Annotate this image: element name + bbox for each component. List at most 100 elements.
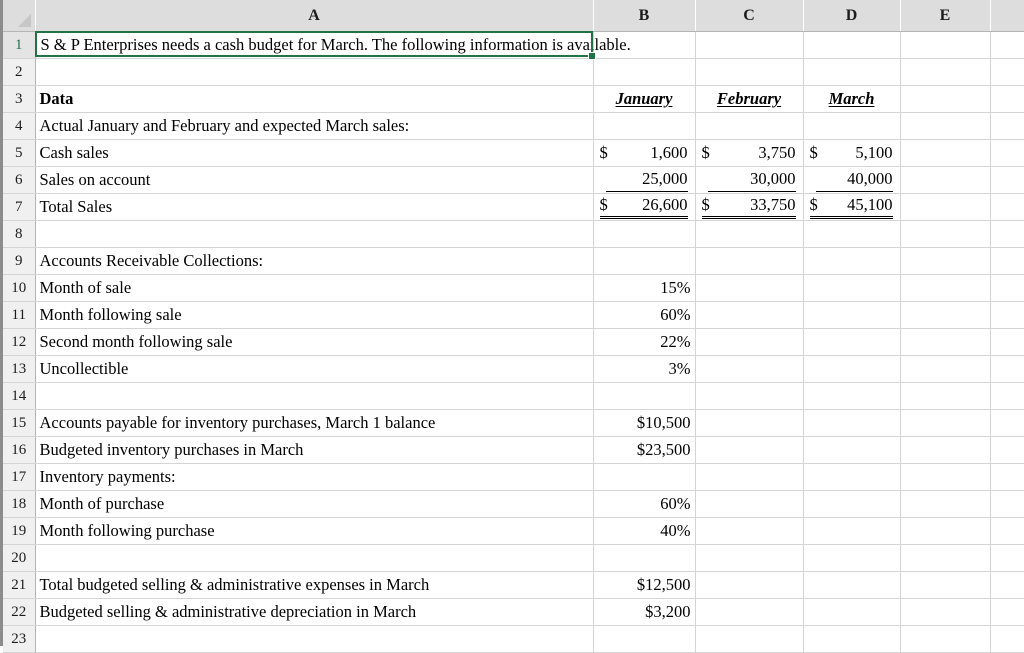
cell-f18[interactable] bbox=[990, 491, 1024, 518]
cell-e2[interactable] bbox=[900, 59, 990, 86]
cell-e6[interactable] bbox=[900, 167, 990, 194]
cell-a3[interactable]: Data bbox=[35, 86, 593, 113]
row-header-3[interactable]: 3 bbox=[3, 86, 35, 113]
cell-a4[interactable]: Actual January and February and expected… bbox=[35, 113, 593, 140]
cell-e13[interactable] bbox=[900, 356, 990, 383]
cell-b10[interactable]: 15% bbox=[593, 275, 695, 302]
cell-b18[interactable]: 60% bbox=[593, 491, 695, 518]
cell-c2[interactable] bbox=[695, 59, 803, 86]
cell-b23[interactable] bbox=[593, 626, 695, 653]
cell-d6[interactable]: 40,000 bbox=[803, 167, 900, 194]
column-header-c[interactable]: C bbox=[695, 0, 803, 32]
cell-e17[interactable] bbox=[900, 464, 990, 491]
cell-a20[interactable] bbox=[35, 545, 593, 572]
cell-d18[interactable] bbox=[803, 491, 900, 518]
cell-d14[interactable] bbox=[803, 383, 900, 410]
row-header-17[interactable]: 17 bbox=[3, 464, 35, 491]
cell-c8[interactable] bbox=[695, 221, 803, 248]
cell-a6[interactable]: Sales on account bbox=[35, 167, 593, 194]
cell-d1[interactable] bbox=[803, 32, 900, 59]
cell-f12[interactable] bbox=[990, 329, 1024, 356]
cell-c17[interactable] bbox=[695, 464, 803, 491]
row-header-15[interactable]: 15 bbox=[3, 410, 35, 437]
cell-f22[interactable] bbox=[990, 599, 1024, 626]
spreadsheet-grid[interactable]: A B C D E 1 S & P Enterprises needs a ca… bbox=[0, 0, 1024, 646]
cell-a2[interactable] bbox=[35, 59, 593, 86]
cell-e5[interactable] bbox=[900, 140, 990, 167]
cell-f20[interactable] bbox=[990, 545, 1024, 572]
cell-a19[interactable]: Month following purchase bbox=[35, 518, 593, 545]
cell-c11[interactable] bbox=[695, 302, 803, 329]
cell-e4[interactable] bbox=[900, 113, 990, 140]
cell-d9[interactable] bbox=[803, 248, 900, 275]
cell-d2[interactable] bbox=[803, 59, 900, 86]
cell-d11[interactable] bbox=[803, 302, 900, 329]
cell-d15[interactable] bbox=[803, 410, 900, 437]
cell-f21[interactable] bbox=[990, 572, 1024, 599]
cell-d22[interactable] bbox=[803, 599, 900, 626]
cell-b5[interactable]: $ 1,600 bbox=[593, 140, 695, 167]
column-header-a[interactable]: A bbox=[35, 0, 593, 32]
cell-f2[interactable] bbox=[990, 59, 1024, 86]
cell-a13[interactable]: Uncollectible bbox=[35, 356, 593, 383]
row-header-23[interactable]: 23 bbox=[3, 626, 35, 653]
cell-e18[interactable] bbox=[900, 491, 990, 518]
row-header-19[interactable]: 19 bbox=[3, 518, 35, 545]
row-header-6[interactable]: 6 bbox=[3, 167, 35, 194]
cell-e22[interactable] bbox=[900, 599, 990, 626]
cell-b20[interactable] bbox=[593, 545, 695, 572]
cell-c19[interactable] bbox=[695, 518, 803, 545]
row-header-9[interactable]: 9 bbox=[3, 248, 35, 275]
cell-c5[interactable]: $ 3,750 bbox=[695, 140, 803, 167]
cell-d4[interactable] bbox=[803, 113, 900, 140]
cell-e1[interactable] bbox=[900, 32, 990, 59]
cell-f11[interactable] bbox=[990, 302, 1024, 329]
cell-c22[interactable] bbox=[695, 599, 803, 626]
row-header-4[interactable]: 4 bbox=[3, 113, 35, 140]
column-header-e[interactable]: E bbox=[900, 0, 990, 32]
cell-b11[interactable]: 60% bbox=[593, 302, 695, 329]
row-header-2[interactable]: 2 bbox=[3, 59, 35, 86]
cell-d12[interactable] bbox=[803, 329, 900, 356]
cell-a12[interactable]: Second month following sale bbox=[35, 329, 593, 356]
cell-f15[interactable] bbox=[990, 410, 1024, 437]
cell-c12[interactable] bbox=[695, 329, 803, 356]
cell-f10[interactable] bbox=[990, 275, 1024, 302]
cell-c10[interactable] bbox=[695, 275, 803, 302]
cell-a7[interactable]: Total Sales bbox=[35, 194, 593, 221]
cell-e3[interactable] bbox=[900, 86, 990, 113]
cell-b12[interactable]: 22% bbox=[593, 329, 695, 356]
row-header-8[interactable]: 8 bbox=[3, 221, 35, 248]
row-header-21[interactable]: 21 bbox=[3, 572, 35, 599]
cell-f1[interactable] bbox=[990, 32, 1024, 59]
cell-e11[interactable] bbox=[900, 302, 990, 329]
cell-b21[interactable]: $12,500 bbox=[593, 572, 695, 599]
cell-b8[interactable] bbox=[593, 221, 695, 248]
cell-d21[interactable] bbox=[803, 572, 900, 599]
cell-d10[interactable] bbox=[803, 275, 900, 302]
cell-c21[interactable] bbox=[695, 572, 803, 599]
cell-f9[interactable] bbox=[990, 248, 1024, 275]
cell-b2[interactable] bbox=[593, 59, 695, 86]
cell-e21[interactable] bbox=[900, 572, 990, 599]
cell-d16[interactable] bbox=[803, 437, 900, 464]
cell-a23[interactable] bbox=[35, 626, 593, 653]
cell-f8[interactable] bbox=[990, 221, 1024, 248]
cell-b6[interactable]: 25,000 bbox=[593, 167, 695, 194]
cell-c13[interactable] bbox=[695, 356, 803, 383]
cell-d7[interactable]: $ 45,100 bbox=[803, 194, 900, 221]
cell-f7[interactable] bbox=[990, 194, 1024, 221]
cell-b14[interactable] bbox=[593, 383, 695, 410]
cell-c20[interactable] bbox=[695, 545, 803, 572]
row-header-5[interactable]: 5 bbox=[3, 140, 35, 167]
row-header-22[interactable]: 22 bbox=[3, 599, 35, 626]
cell-a22[interactable]: Budgeted selling & administrative deprec… bbox=[35, 599, 593, 626]
select-all-button[interactable] bbox=[3, 0, 35, 32]
cell-e19[interactable] bbox=[900, 518, 990, 545]
cell-a18[interactable]: Month of purchase bbox=[35, 491, 593, 518]
cell-f14[interactable] bbox=[990, 383, 1024, 410]
cell-c18[interactable] bbox=[695, 491, 803, 518]
cell-f19[interactable] bbox=[990, 518, 1024, 545]
row-header-16[interactable]: 16 bbox=[3, 437, 35, 464]
cell-c7[interactable]: $ 33,750 bbox=[695, 194, 803, 221]
